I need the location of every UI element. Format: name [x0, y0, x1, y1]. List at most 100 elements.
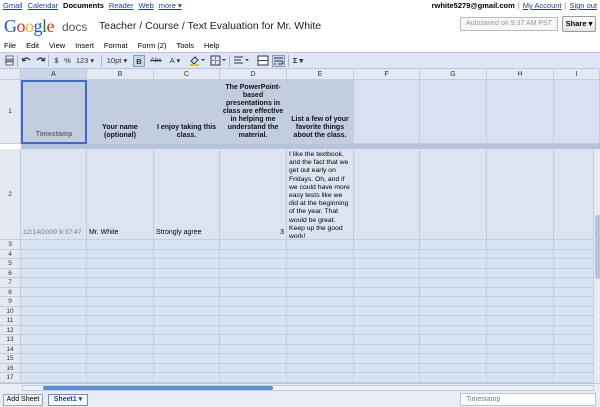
- row-header[interactable]: 14: [0, 344, 21, 354]
- more-link[interactable]: more ▾: [159, 1, 182, 10]
- header-cell-enjoy[interactable]: I enjoy taking this class.: [154, 80, 220, 144]
- cell[interactable]: [220, 344, 287, 354]
- cell[interactable]: [287, 278, 354, 288]
- column-header-i[interactable]: I: [554, 69, 600, 80]
- cell[interactable]: [21, 306, 87, 316]
- cell[interactable]: [87, 278, 154, 288]
- cell[interactable]: [154, 325, 220, 335]
- borders-icon[interactable]: [209, 55, 227, 67]
- column-header-f[interactable]: F: [354, 69, 420, 80]
- cell[interactable]: [287, 373, 354, 383]
- row-header[interactable]: 6: [0, 268, 21, 278]
- header-cell-favorites[interactable]: List a few of your favorite things about…: [287, 80, 354, 144]
- strikethrough-button[interactable]: Abc: [148, 55, 164, 67]
- cell[interactable]: [154, 240, 220, 250]
- cell[interactable]: [154, 259, 220, 269]
- cell[interactable]: [487, 80, 554, 144]
- cell[interactable]: [420, 240, 487, 250]
- cell[interactable]: [420, 316, 487, 326]
- cell[interactable]: [21, 259, 87, 269]
- cell[interactable]: [354, 344, 420, 354]
- cell[interactable]: [287, 325, 354, 335]
- cell[interactable]: [287, 240, 354, 250]
- cell[interactable]: [87, 249, 154, 259]
- cell[interactable]: [220, 373, 287, 383]
- cell[interactable]: [420, 80, 487, 144]
- cell[interactable]: [87, 363, 154, 373]
- cell[interactable]: [487, 249, 554, 259]
- reader-link[interactable]: Reader: [109, 1, 134, 10]
- sign-out-link[interactable]: Sign out: [569, 1, 597, 10]
- row-header[interactable]: 15: [0, 354, 21, 364]
- row-header[interactable]: 1: [0, 80, 21, 144]
- cell[interactable]: [420, 335, 487, 345]
- row-header[interactable]: 8: [0, 287, 21, 297]
- cell[interactable]: [154, 344, 220, 354]
- column-header-d[interactable]: D: [220, 69, 287, 80]
- column-header-h[interactable]: H: [487, 69, 554, 80]
- cell[interactable]: [487, 306, 554, 316]
- cell[interactable]: [21, 373, 87, 383]
- cell[interactable]: [154, 335, 220, 345]
- merge-cells-icon[interactable]: [256, 55, 269, 67]
- row-header[interactable]: 2: [0, 149, 21, 240]
- sum-dropdown[interactable]: Σ ▾: [290, 55, 306, 67]
- vertical-scroll-thumb[interactable]: [595, 215, 600, 279]
- row-header[interactable]: 12: [0, 325, 21, 335]
- cell[interactable]: [420, 325, 487, 335]
- cell[interactable]: [420, 268, 487, 278]
- cell[interactable]: [154, 278, 220, 288]
- sheet-tab[interactable]: Sheet1 ▾: [48, 394, 88, 406]
- row-header[interactable]: 4: [0, 249, 21, 259]
- header-cell-timestamp[interactable]: Timestamp: [21, 80, 87, 144]
- horizontal-scroll-thumb[interactable]: [43, 386, 273, 390]
- menu-edit[interactable]: Edit: [26, 39, 43, 52]
- vertical-scrollbar[interactable]: [593, 149, 600, 383]
- column-header-c[interactable]: C: [154, 69, 220, 80]
- gmail-link[interactable]: Gmail: [3, 1, 23, 10]
- my-account-link[interactable]: My Account: [523, 1, 562, 10]
- cell[interactable]: [220, 335, 287, 345]
- cell[interactable]: [354, 306, 420, 316]
- cell[interactable]: [287, 268, 354, 278]
- menu-insert[interactable]: Insert: [75, 39, 98, 52]
- cell[interactable]: [420, 344, 487, 354]
- cell[interactable]: [154, 363, 220, 373]
- menu-view[interactable]: View: [49, 39, 69, 52]
- cell[interactable]: [287, 287, 354, 297]
- cell[interactable]: [154, 354, 220, 364]
- menu-form[interactable]: Form (2): [138, 39, 171, 52]
- cell[interactable]: [354, 249, 420, 259]
- data-cell-favorites[interactable]: I like the textbook, and the fact that w…: [287, 149, 354, 240]
- cell[interactable]: [220, 287, 287, 297]
- cell[interactable]: [220, 259, 287, 269]
- cell[interactable]: [154, 249, 220, 259]
- row-header[interactable]: 10: [0, 306, 21, 316]
- google-docs-logo[interactable]: Google: [4, 16, 54, 37]
- undo-icon[interactable]: [20, 55, 32, 67]
- cell[interactable]: [21, 278, 87, 288]
- web-link[interactable]: Web: [138, 1, 153, 10]
- column-header-g[interactable]: G: [420, 69, 487, 80]
- cell[interactable]: [287, 354, 354, 364]
- cell[interactable]: [21, 268, 87, 278]
- row-header[interactable]: 16: [0, 363, 21, 373]
- cell[interactable]: [154, 306, 220, 316]
- cell[interactable]: [487, 259, 554, 269]
- wrap-text-icon[interactable]: [272, 55, 285, 67]
- cell[interactable]: [154, 287, 220, 297]
- cell[interactable]: [21, 316, 87, 326]
- row-header[interactable]: 17: [0, 373, 21, 383]
- documents-link[interactable]: Documents: [63, 1, 104, 10]
- cell[interactable]: [354, 325, 420, 335]
- row-header[interactable]: 13: [0, 335, 21, 345]
- cell[interactable]: [287, 249, 354, 259]
- cell[interactable]: [487, 149, 554, 240]
- cell[interactable]: [420, 363, 487, 373]
- header-cell-powerpoint[interactable]: The PowerPoint-based presentations in cl…: [220, 80, 287, 144]
- cell[interactable]: [87, 297, 154, 307]
- cell[interactable]: [354, 80, 420, 144]
- row-header[interactable]: 9: [0, 297, 21, 307]
- cell[interactable]: [87, 306, 154, 316]
- currency-format-button[interactable]: $: [52, 55, 61, 67]
